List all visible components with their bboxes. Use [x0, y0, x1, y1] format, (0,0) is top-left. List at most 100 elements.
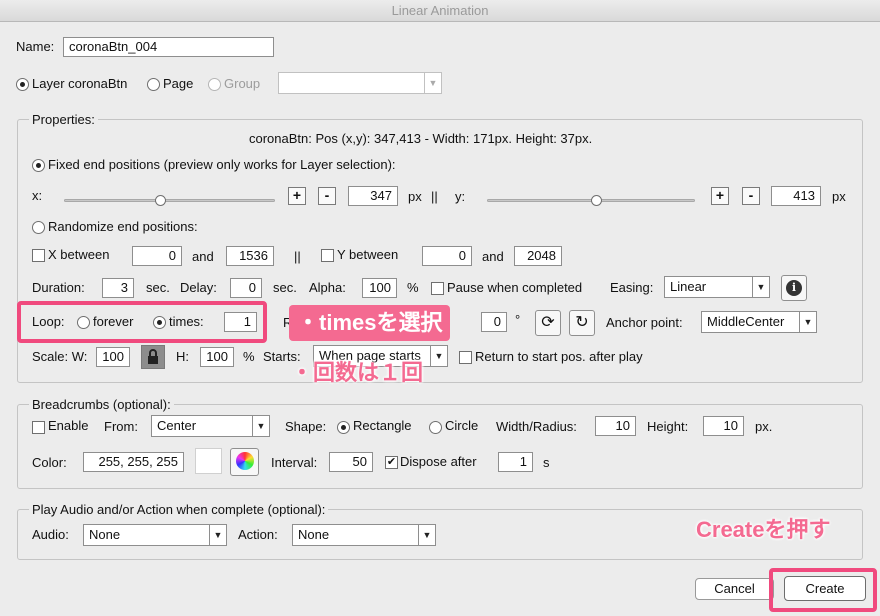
group-select[interactable]: ▼	[278, 72, 442, 94]
anchor-label: Anchor point:	[606, 315, 683, 330]
x-and-label: and	[192, 249, 214, 264]
chevron-down-icon: ▼	[418, 525, 435, 545]
chevron-down-icon: ▼	[424, 73, 441, 93]
xy-separator: ||	[431, 189, 438, 204]
rotate-cw-icon: ⟳	[541, 314, 555, 331]
color-input[interactable]: 255, 255, 255	[83, 452, 184, 472]
dispose-checkbox[interactable]: ✔	[385, 456, 398, 469]
rotate-ccw-button[interactable]: ↻	[569, 310, 595, 336]
randomize-label: Randomize end positions:	[48, 219, 198, 234]
group-radio-label: Group	[224, 76, 261, 91]
x-between-max-input[interactable]: 1536	[226, 246, 274, 266]
info-icon: i	[786, 279, 802, 296]
alpha-input[interactable]: 100	[362, 278, 397, 298]
duration-sec-label: sec.	[146, 280, 170, 295]
color-picker-button[interactable]	[230, 448, 259, 476]
scale-h-input[interactable]: 100	[200, 347, 234, 367]
circle-label: Circle	[445, 418, 479, 433]
chevron-down-icon: ▼	[209, 525, 226, 545]
dispose-s-label: s	[543, 455, 550, 470]
degree-label: °	[515, 312, 521, 327]
dispose-input[interactable]: 1	[498, 452, 533, 472]
x-between-checkbox[interactable]	[32, 249, 45, 262]
audio-select-value: None	[89, 527, 121, 542]
page-radio-label: Page	[163, 76, 194, 91]
enable-label: Enable	[48, 418, 89, 433]
rectangle-label: Rectangle	[353, 418, 412, 433]
cancel-button[interactable]: Cancel	[695, 578, 774, 600]
x-between-label: X between	[48, 247, 110, 262]
group-radio[interactable]	[208, 78, 221, 91]
layer-radio[interactable]	[16, 78, 29, 91]
x-px-label: px	[408, 189, 422, 204]
color-swatch[interactable]	[195, 448, 222, 474]
chevron-down-icon: ▼	[752, 277, 769, 297]
properties-legend: Properties:	[29, 112, 98, 128]
y-between-max-input[interactable]: 2048	[514, 246, 562, 266]
y-minus-button[interactable]: -	[742, 187, 760, 205]
delay-input[interactable]: 0	[230, 278, 262, 298]
from-select-value: Center	[157, 418, 197, 433]
enable-checkbox[interactable]	[32, 421, 45, 434]
rectangle-radio[interactable]	[337, 421, 350, 434]
info-button[interactable]: i	[781, 275, 807, 301]
fixed-positions-label: Fixed end positions (preview only works …	[48, 157, 396, 172]
from-select[interactable]: Center ▼	[151, 415, 270, 437]
y-and-label: and	[482, 249, 504, 264]
x-slider-thumb[interactable]	[155, 195, 167, 206]
annotation-press-create: Createを押す	[696, 517, 831, 542]
easing-select-value: Linear	[670, 279, 707, 294]
window-title: Linear Animation	[0, 0, 880, 22]
lock-button[interactable]	[141, 345, 165, 369]
rotate-input[interactable]: 0	[481, 312, 507, 332]
x-input[interactable]: 347	[348, 186, 398, 206]
y-between-label: Y between	[337, 247, 399, 262]
x-plus-button[interactable]: +	[288, 187, 306, 205]
rotate-cw-button[interactable]: ⟳	[535, 310, 561, 336]
annotation-select-times: ・timesを選択	[289, 305, 451, 341]
y-between-min-input[interactable]: 0	[422, 246, 472, 266]
scale-h-label: H:	[176, 349, 189, 364]
y-plus-button[interactable]: +	[711, 187, 729, 205]
audio-select[interactable]: None ▼	[83, 524, 227, 546]
easing-select[interactable]: Linear ▼	[664, 276, 770, 298]
x-between-min-input[interactable]: 0	[132, 246, 182, 266]
x-slider-track[interactable]	[64, 199, 275, 202]
y-input[interactable]: 413	[771, 186, 821, 206]
chevron-down-icon: ▼	[252, 416, 269, 436]
fixed-positions-radio[interactable]	[32, 159, 45, 172]
interval-label: Interval:	[271, 455, 318, 470]
audio-label: Audio:	[32, 527, 69, 542]
rotate-ccw-icon: ↻	[575, 314, 589, 331]
delay-label: Delay:	[180, 280, 217, 295]
return-checkbox[interactable]	[459, 351, 472, 364]
page-radio[interactable]	[147, 78, 160, 91]
color-label: Color:	[32, 455, 67, 470]
audio-legend: Play Audio and/or Action when complete (…	[29, 502, 329, 518]
action-select-value: None	[298, 527, 330, 542]
x-minus-button[interactable]: -	[318, 187, 336, 205]
interval-input[interactable]: 50	[329, 452, 373, 472]
easing-label: Easing:	[610, 280, 654, 295]
from-label: From:	[104, 419, 138, 434]
delay-sec-label: sec.	[273, 280, 297, 295]
color-wheel-icon	[235, 451, 254, 470]
scale-w-input[interactable]: 100	[96, 347, 130, 367]
y-px-label: px	[832, 189, 846, 204]
width-radius-label: Width/Radius:	[496, 419, 577, 434]
y-between-checkbox[interactable]	[321, 249, 334, 262]
circle-radio[interactable]	[429, 421, 442, 434]
height-input[interactable]: 10	[703, 416, 744, 436]
name-input[interactable]: coronaBtn_004	[63, 37, 274, 57]
duration-input[interactable]: 3	[102, 278, 134, 298]
shape-label: Shape:	[285, 419, 327, 434]
properties-info: coronaBtn: Pos (x,y): 347,413 - Width: 1…	[249, 131, 593, 146]
width-radius-input[interactable]: 10	[595, 416, 636, 436]
name-label: Name:	[16, 39, 55, 54]
randomize-radio[interactable]	[32, 221, 45, 234]
layer-radio-label: Layer coronaBtn	[32, 76, 128, 91]
height-px-label: px.	[755, 419, 773, 434]
pause-checkbox[interactable]	[431, 282, 444, 295]
anchor-select[interactable]: MiddleCenter ▼	[701, 311, 817, 333]
action-select[interactable]: None ▼	[292, 524, 436, 546]
